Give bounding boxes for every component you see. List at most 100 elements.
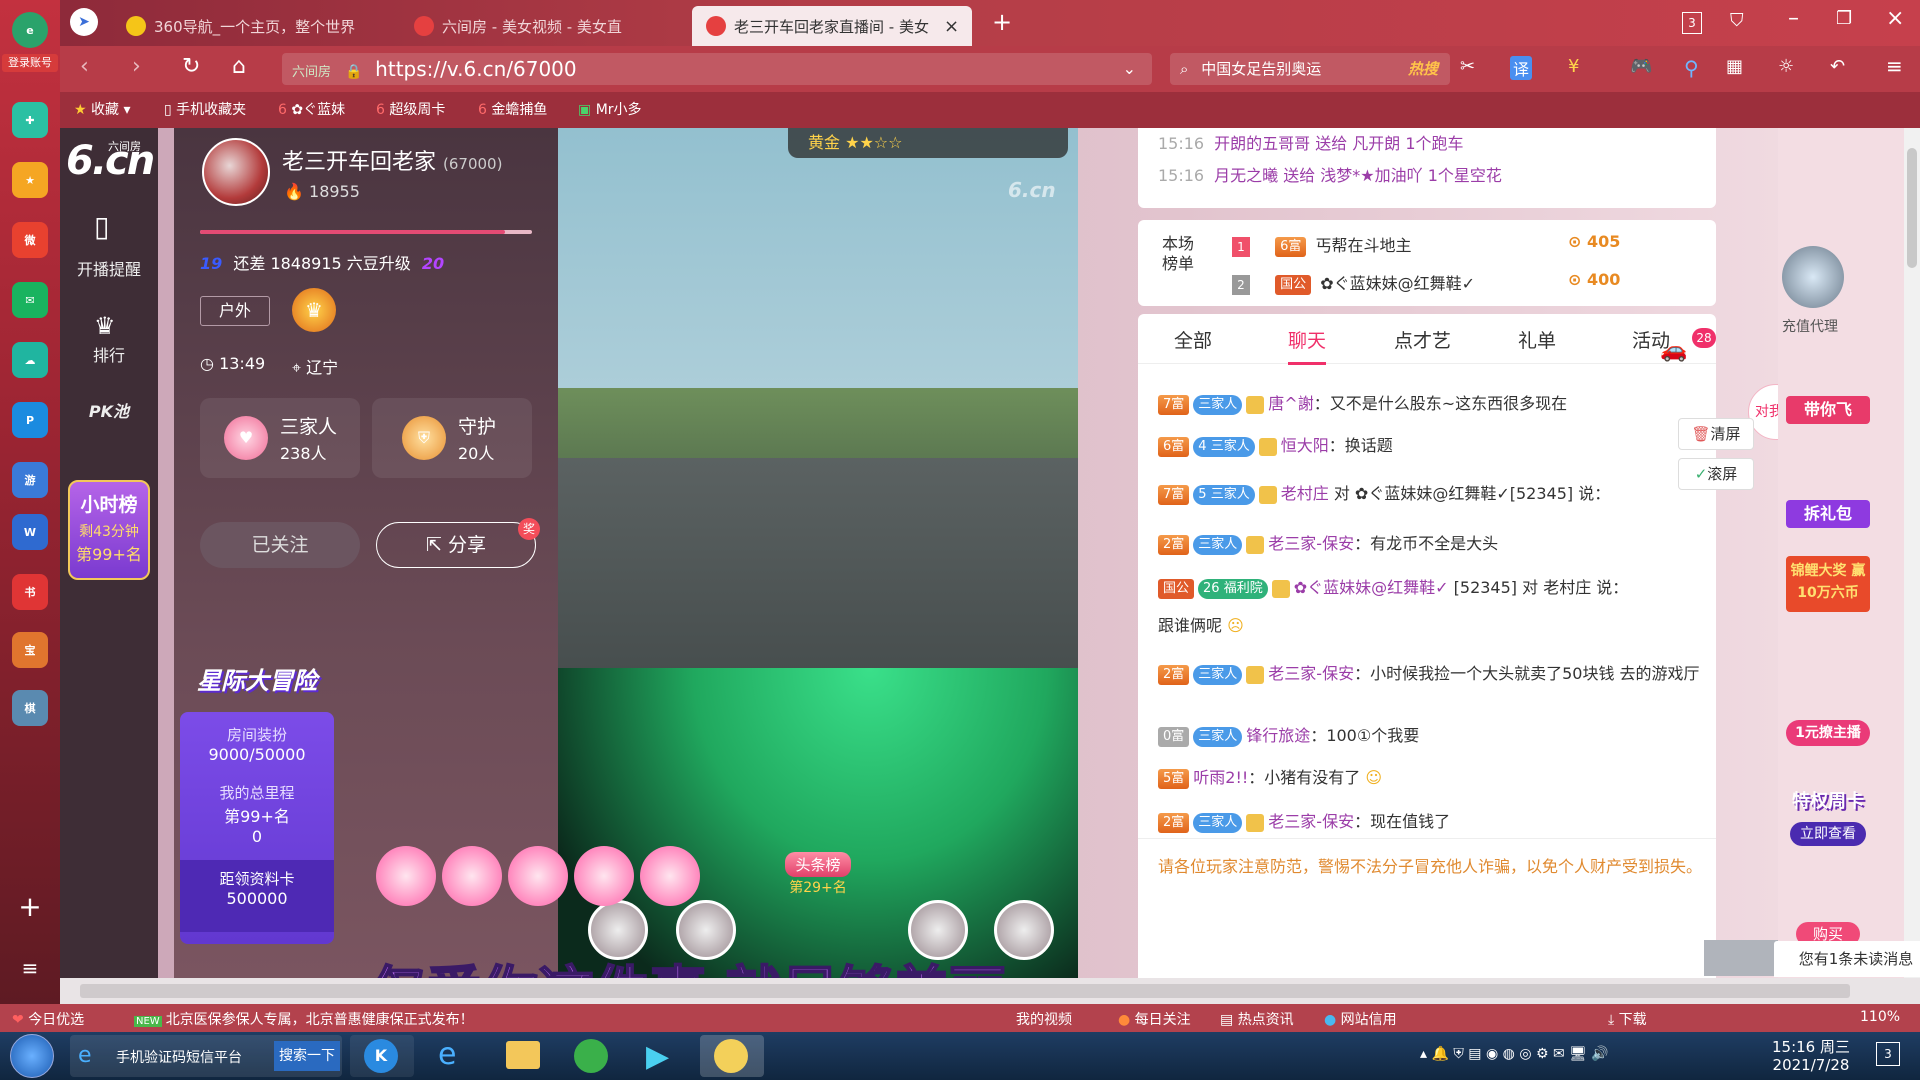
chat-nick[interactable]: 唐^謝 (1268, 394, 1313, 413)
add-icon[interactable]: + (12, 888, 48, 924)
tab-talent[interactable]: 点才艺 (1394, 326, 1451, 353)
chat-message[interactable]: 7富 5 三家人 老村庄 对 ✿ぐ蓝妹妹@红舞鞋✓[52345] 说： (1158, 480, 1696, 505)
chat-nick[interactable]: 锋行旅途 (1246, 726, 1310, 745)
chat-nick[interactable]: 老三家-保安 (1268, 534, 1354, 553)
game-app-icon[interactable]: 游 (12, 462, 48, 498)
mail-icon[interactable]: ✉ (12, 282, 48, 318)
cloud-icon[interactable]: ☁ (12, 342, 48, 378)
trophy-icon[interactable]: ♛ (292, 288, 336, 332)
restore-icon[interactable]: ❐ (1836, 8, 1852, 29)
translate-icon[interactable]: 译 (1510, 56, 1533, 80)
hot-search-badge[interactable]: 热搜 (1408, 53, 1438, 85)
tab-6cn[interactable]: 六间房 - 美女视频 - 美女直 (400, 6, 690, 46)
grid-icon[interactable]: ▦ (1726, 56, 1743, 77)
download-link[interactable]: ⤓ 下载 (1608, 1009, 1647, 1029)
task-explorer[interactable] (490, 1035, 554, 1077)
anchor-avatar[interactable] (202, 138, 270, 206)
car-icon[interactable]: 🚗 (1660, 338, 1687, 363)
browser-menu-icon[interactable]: ≡ (1886, 54, 1903, 78)
news-ticker[interactable]: NEW 北京医保参保人专属，北京普惠健康保正式发布！ (134, 1009, 474, 1029)
fly-button[interactable]: 带你飞 (1786, 396, 1870, 424)
zoom-level[interactable]: 110% (1860, 1009, 1900, 1025)
site-credit-link[interactable]: ● 网站信用 (1324, 1009, 1397, 1029)
today-pick[interactable]: ❤ 今日优选 (12, 1009, 84, 1029)
view-now-button[interactable]: 立即查看 (1790, 822, 1866, 846)
my-video-link[interactable]: 我的视频 (1016, 1009, 1072, 1029)
promo-flyer[interactable]: 充值代理 (1782, 246, 1844, 406)
task-active-app[interactable] (700, 1035, 764, 1077)
tab-counter[interactable]: 3 (1682, 12, 1702, 34)
clock-date[interactable]: 2021/7/28 (1756, 1056, 1866, 1074)
chat-nick[interactable]: 老村庄 (1281, 484, 1329, 503)
phone-remind-icon[interactable]: ▯ (94, 210, 109, 243)
notification-center[interactable]: 3 (1876, 1042, 1900, 1066)
forward-icon[interactable]: › (132, 54, 141, 79)
tab-live-room[interactable]: 老三开车回老家直播间 - 美女 × (692, 6, 972, 46)
new-tab-button[interactable]: + (992, 8, 1012, 36)
game2-icon[interactable]: 宝 (12, 632, 48, 668)
tab-chat[interactable]: 聊天 (1288, 326, 1327, 365)
board-row[interactable]: 2 国公 ✿ぐ蓝妹妹@红舞鞋✓ (1232, 270, 1475, 295)
vertical-scrollbar[interactable] (1904, 128, 1920, 978)
chat-nick[interactable]: 听雨2!! (1193, 768, 1248, 787)
nav-start-remind[interactable]: 开播提醒 (60, 256, 158, 280)
menu-list-icon[interactable]: ≡ (12, 950, 48, 986)
category-tag[interactable]: 户外 (200, 296, 270, 326)
browser-logo-icon[interactable]: e (12, 12, 48, 48)
coin-icon[interactable]: ¥ (1568, 56, 1579, 77)
chat-message[interactable]: 2富 三家人 老三家-保安：小时候我捡一个大头就卖了50块钱 去的游戏厅 (1158, 660, 1700, 685)
bookmark-lanmei[interactable]: 6 ✿ぐ蓝妹 (278, 92, 352, 128)
daily-follow-link[interactable]: ● 每日关注 (1118, 1009, 1191, 1029)
tray-icons[interactable]: ▴ 🔔 ⛨ ▤ ◉ ◍ ◎ ⚙ ✉ 🖥 🔊 (1420, 1046, 1609, 1062)
tab-360[interactable]: 360导航_一个主页，整个世界 (112, 6, 392, 46)
chat-message[interactable]: 7富 三家人 唐^謝：又不是什么股东~这东西很多现在 (1158, 390, 1696, 415)
search-field[interactable]: ⌕ 中国女足告别奥运 热搜 (1170, 53, 1450, 85)
bookmark-mobile[interactable]: ▯ 手机收藏夹 (164, 92, 246, 128)
word-app-icon[interactable]: W (12, 514, 48, 550)
undo-icon[interactable]: ↶ (1830, 56, 1845, 77)
scissors-icon[interactable]: ✂ (1460, 56, 1475, 77)
flirt-anchor-button[interactable]: 1元撩主播 (1786, 720, 1870, 746)
chat-message[interactable]: 6富 4 三家人 恒大阳：换话题 (1158, 432, 1696, 457)
family-card[interactable]: ♥ 三家人 238人 (200, 398, 360, 478)
bookmark-fish[interactable]: 6 金蟾捕鱼 (478, 92, 560, 128)
gift-pack-button[interactable]: 拆礼包 (1786, 500, 1870, 528)
task-sms-platform[interactable]: e 手机验证码短信平台 搜索一下 (70, 1035, 342, 1077)
chat-nick[interactable]: 老三家-保安 (1268, 812, 1354, 831)
crown-icon[interactable]: ♛ (94, 312, 116, 340)
back-icon[interactable]: ‹ (80, 54, 89, 79)
chat-message[interactable]: 2富 三家人 老三家-保安：有龙币不全是大头 (1158, 530, 1696, 555)
game3-icon[interactable]: 棋 (12, 690, 48, 726)
gamepad-icon[interactable]: 🎮 (1630, 56, 1652, 77)
tab-close-icon[interactable]: × (944, 16, 959, 37)
task-k-app[interactable]: K (350, 1035, 414, 1077)
start-button[interactable] (10, 1034, 54, 1078)
task-player[interactable]: ▶ (630, 1035, 694, 1077)
nav-pk-pool[interactable]: PK池 (60, 398, 158, 422)
reload-icon[interactable]: ↻ (182, 54, 200, 79)
bookmark-weekcard[interactable]: 6 超级周卡 (376, 92, 450, 128)
bookmark-mrxiaoduo[interactable]: ▣ Mr小多 (578, 92, 642, 128)
hscroll-thumb[interactable] (80, 984, 1850, 998)
window-close-icon[interactable]: × (1886, 6, 1904, 31)
chat-nick[interactable]: ✿ぐ蓝妹妹@红舞鞋✓ (1294, 578, 1449, 597)
navigate-icon[interactable]: ➤ (70, 8, 98, 36)
scroll-thumb[interactable] (1907, 148, 1917, 268)
chat-nick[interactable]: 恒大阳 (1281, 436, 1329, 455)
chat-message[interactable]: 国公 26 福利院 ✿ぐ蓝妹妹@红舞鞋✓ [52345] 对 老村庄 说： (1158, 574, 1696, 599)
tab-gift-list[interactable]: 礼单 (1518, 326, 1556, 353)
task-search-button[interactable]: 搜索一下 (274, 1041, 340, 1071)
xiaohongshu-icon[interactable]: 书 (12, 574, 48, 610)
chat-nick[interactable]: 老三家-保安 (1268, 664, 1354, 683)
guard-card[interactable]: ⛨ 守护 20人 (372, 398, 532, 478)
chat-message[interactable]: 2富 三家人 老三家-保安：现在值钱了 (1158, 808, 1696, 833)
share-button[interactable]: ⇱ 分享 (376, 522, 536, 568)
follow-button[interactable]: 已关注 (200, 522, 360, 568)
dropdown-icon[interactable]: ⌄ (1123, 53, 1136, 85)
tab-all[interactable]: 全部 (1174, 326, 1212, 353)
brightness-icon[interactable]: ☼ (1778, 56, 1794, 77)
chat-message[interactable]: 5富 听雨2!!：小猪有没有了 ☺ (1158, 764, 1696, 789)
url-field[interactable]: 六间房 🔒 https://v.6.cn/67000 ⌄ (282, 53, 1152, 85)
clock-time[interactable]: 15:16 周三 (1756, 1036, 1866, 1057)
login-label[interactable]: 登录账号 (2, 54, 58, 72)
